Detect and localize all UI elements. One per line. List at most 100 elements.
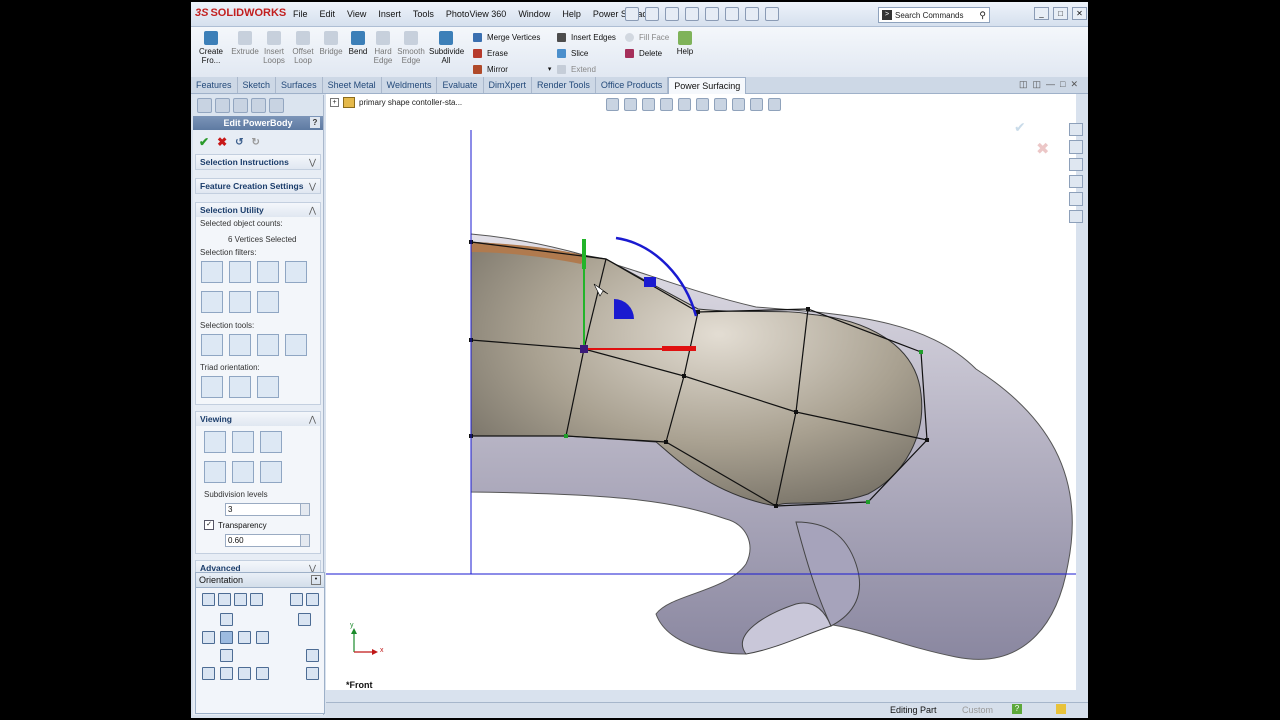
- insert-loops-button[interactable]: Insert Loops: [261, 31, 287, 65]
- doc-close-icon[interactable]: ✕: [1070, 79, 1078, 90]
- fill-face-button[interactable]: Fill Face: [625, 31, 669, 43]
- show-points-icon[interactable]: [260, 461, 282, 483]
- display-manager-icon[interactable]: [269, 98, 284, 113]
- confirm-cancel-icon[interactable]: ✖: [1036, 139, 1049, 158]
- view-back-icon[interactable]: [256, 631, 269, 644]
- triad-global-icon[interactable]: [201, 376, 223, 398]
- tab-sketch[interactable]: Sketch: [238, 77, 277, 93]
- menu-view[interactable]: View: [341, 9, 372, 19]
- tab-power-surfacing[interactable]: Power Surfacing: [668, 77, 747, 94]
- menu-photoview[interactable]: PhotoView 360: [440, 9, 512, 19]
- undo-pm-icon[interactable]: ↺: [235, 137, 243, 148]
- tab-sheet-metal[interactable]: Sheet Metal: [323, 77, 382, 93]
- search-icon[interactable]: ⚲: [979, 10, 986, 21]
- pin-icon[interactable]: •: [311, 575, 321, 585]
- insert-edges-button[interactable]: Insert Edges: [557, 31, 616, 43]
- search-input[interactable]: Search Commands: [895, 11, 979, 20]
- view-trimetric-icon[interactable]: [298, 613, 311, 626]
- triad-local-icon[interactable]: [229, 376, 251, 398]
- menu-help[interactable]: Help: [556, 9, 587, 19]
- file-explorer-icon[interactable]: [1069, 157, 1083, 171]
- transparency-checkbox[interactable]: ✓ Transparency: [196, 518, 320, 532]
- show-edges-icon[interactable]: [232, 461, 254, 483]
- feature-creation-settings-group[interactable]: Feature Creation Settings ⋁: [195, 178, 321, 194]
- tab-weldments[interactable]: Weldments: [382, 77, 438, 93]
- new-icon[interactable]: [625, 7, 639, 21]
- cancel-icon[interactable]: ✖: [217, 135, 227, 149]
- view-up-icon[interactable]: [202, 593, 215, 606]
- link-views-icon[interactable]: [306, 667, 319, 680]
- single-view-icon[interactable]: [202, 667, 215, 680]
- solidworks-logo[interactable]: 3S SOLIDWORKS: [195, 7, 286, 19]
- help-button[interactable]: Help: [675, 31, 695, 56]
- menu-insert[interactable]: Insert: [372, 9, 407, 19]
- doc-minimize-icon[interactable]: —: [1046, 79, 1055, 90]
- smooth-edge-button[interactable]: Smooth Edge: [397, 31, 425, 65]
- options-icon[interactable]: [765, 7, 779, 21]
- slice-button[interactable]: Slice: [557, 47, 588, 59]
- view-iso-icon[interactable]: [290, 593, 303, 606]
- spinner-icon[interactable]: [300, 504, 309, 515]
- search-commands[interactable]: > Search Commands ⚲: [878, 7, 990, 23]
- view-rotate-icon[interactable]: [218, 593, 231, 606]
- triad-view-icon[interactable]: [257, 376, 279, 398]
- view-rotate2-icon[interactable]: [234, 593, 247, 606]
- menu-file[interactable]: File: [287, 9, 314, 19]
- view-left-icon[interactable]: [202, 631, 215, 644]
- status-units[interactable]: Custom: [962, 705, 993, 715]
- tile-icon[interactable]: ◫: [1019, 79, 1028, 90]
- filter-vertices-icon[interactable]: [285, 261, 307, 283]
- design-library-icon[interactable]: [1069, 140, 1083, 154]
- tab-office-products[interactable]: Office Products: [596, 77, 669, 93]
- shaded-box-icon[interactable]: [204, 431, 226, 453]
- filter-loop-icon[interactable]: [201, 291, 223, 313]
- tab-render-tools[interactable]: Render Tools: [532, 77, 596, 93]
- tab-dimxpert[interactable]: DimXpert: [484, 77, 533, 93]
- filter-edges-icon[interactable]: [201, 261, 223, 283]
- show-vertices-icon[interactable]: [204, 461, 226, 483]
- tab-evaluate[interactable]: Evaluate: [437, 77, 484, 93]
- grow-selection-icon[interactable]: [257, 334, 279, 356]
- view-palette-icon[interactable]: [1069, 174, 1083, 189]
- view-top-icon[interactable]: [220, 613, 233, 626]
- cascade-icon[interactable]: ◫: [1033, 79, 1042, 90]
- select-icon[interactable]: [725, 7, 739, 21]
- mirror-button[interactable]: Mirror ▾: [473, 63, 551, 75]
- menu-edit[interactable]: Edit: [314, 9, 342, 19]
- graphics-area[interactable]: + primary shape contoller-sta... ✔ ✖ y x…: [326, 94, 1076, 690]
- rebuild-icon[interactable]: [745, 7, 759, 21]
- rebuild-status-icon[interactable]: [1056, 704, 1066, 714]
- merge-vertices-button[interactable]: Merge Vertices: [473, 31, 540, 43]
- subdivision-levels-input[interactable]: 3: [225, 503, 310, 516]
- pm-help-button[interactable]: ?: [310, 117, 320, 128]
- cage-display-icon[interactable]: [260, 431, 282, 453]
- menu-window[interactable]: Window: [512, 9, 556, 19]
- view-bottom-icon[interactable]: [220, 649, 233, 662]
- create-from-button[interactable]: Create Fro...: [197, 31, 225, 65]
- dimxpert-manager-icon[interactable]: [251, 98, 266, 113]
- view-front-icon[interactable]: [220, 631, 233, 644]
- two-view-h-icon[interactable]: [220, 667, 233, 680]
- save-icon[interactable]: [665, 7, 679, 21]
- four-view-icon[interactable]: [256, 667, 269, 680]
- custom-properties-icon[interactable]: [1069, 209, 1083, 223]
- model-canvas[interactable]: ✔ ✖: [326, 94, 1076, 690]
- view-normal-icon[interactable]: [250, 593, 263, 606]
- view-right-icon[interactable]: [238, 631, 251, 644]
- extend-button[interactable]: Extend: [557, 63, 596, 75]
- bend-button[interactable]: Bend: [347, 31, 369, 56]
- print-icon[interactable]: [685, 7, 699, 21]
- normal-to-icon[interactable]: [306, 649, 319, 662]
- doc-restore-icon[interactable]: □: [1060, 79, 1065, 90]
- transparency-input[interactable]: 0.60: [225, 534, 310, 547]
- spinner-icon[interactable]: [300, 535, 309, 546]
- undo-icon[interactable]: [705, 7, 719, 21]
- smooth-shape-icon[interactable]: [232, 431, 254, 453]
- select-cube-icon[interactable]: [201, 334, 223, 356]
- close-button[interactable]: ✕: [1072, 7, 1087, 20]
- filter-faces-icon[interactable]: [229, 261, 251, 283]
- confirm-ok-icon[interactable]: ✔: [1014, 120, 1026, 136]
- bridge-button[interactable]: Bridge: [319, 31, 343, 56]
- grid-selection-icon[interactable]: [285, 334, 307, 356]
- extrude-button[interactable]: Extrude: [231, 31, 259, 56]
